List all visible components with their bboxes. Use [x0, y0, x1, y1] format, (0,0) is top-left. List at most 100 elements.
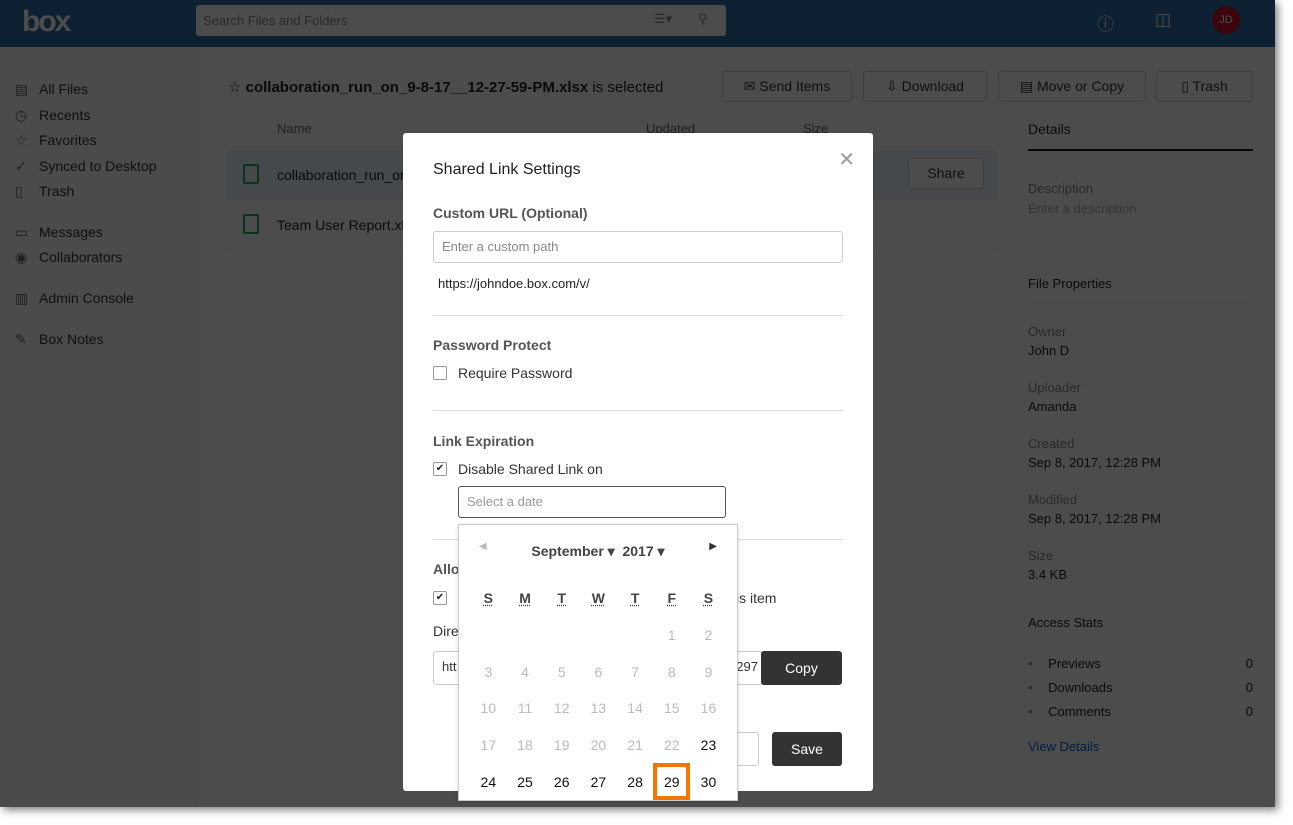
sidebar-item-favorites[interactable]: ☆ Favorites [15, 132, 97, 149]
password-label: Password Protect [433, 337, 552, 353]
search-icon[interactable]: ⚲ [698, 11, 708, 27]
calendar-day: 9 [704, 663, 713, 680]
send-items-button[interactable]: ✉ Send Items [722, 71, 852, 102]
sync-icon: ✓ [15, 158, 27, 174]
prop-value: John D [1028, 343, 1070, 358]
calendar-day: 4 [521, 663, 529, 680]
description-input[interactable]: Enter a description [1028, 201, 1253, 216]
selected-day[interactable]: 29 [653, 763, 691, 801]
spreadsheet-icon [243, 214, 259, 234]
calendar-day[interactable]: 27 [580, 763, 617, 800]
avatar[interactable]: JD [1212, 6, 1240, 34]
app-window: box Search Files and Folders ☰▾ ⚲ ⓘ ◫ JD… [0, 0, 1275, 807]
search-placeholder: Search Files and Folders [203, 13, 348, 28]
description-label: Description [1028, 181, 1094, 196]
calendar-day: 10 [480, 700, 497, 717]
sidebar: ▤ All Files ◷ Recents ☆ Favorites ✓ Synced t… [0, 47, 196, 807]
prop-label: Created [1028, 436, 1075, 451]
move-copy-button[interactable]: ▤ Move or Copy [998, 71, 1146, 102]
calendar-day[interactable]: 28 [617, 763, 654, 800]
label: Favorites [39, 132, 97, 148]
calendar-day[interactable]: 25 [507, 763, 544, 800]
folder-icon: ▤ [15, 81, 29, 97]
stat-label: Previews [1048, 656, 1101, 671]
sidebar-toggle-icon[interactable]: ◫ [1155, 10, 1171, 30]
file-properties-heading: File Properties [1028, 276, 1253, 302]
calendar-day[interactable]: 23 [690, 727, 727, 764]
calendar-grid: S M T W T F S 1 2 3 4 5 6 7 8 9 10 11 12 13 14 15 16 17 18 19 20 21… [470, 580, 727, 801]
calendar-day: 11 [517, 700, 533, 717]
filter-icon[interactable]: ☰▾ [654, 11, 672, 27]
label: Messages [39, 224, 103, 240]
tab-details[interactable]: Details [1028, 121, 1253, 151]
save-button[interactable]: Save [772, 732, 842, 766]
file-name[interactable]: collaboration_run_on [277, 167, 408, 183]
sidebar-item-admin-console[interactable]: ▥ Admin Console [15, 290, 134, 307]
file-name[interactable]: Team User Report.xls [277, 217, 412, 233]
empty-cell [580, 617, 617, 654]
column-name[interactable]: Name [277, 121, 312, 136]
month-year-header: September ▾ 2017 ▾ [531, 543, 665, 559]
empty-cell [543, 617, 580, 654]
date-picker: ◀ September ▾ 2017 ▾ ▶ SMTWTFS1234567891… [458, 524, 738, 801]
stat-label: Comments [1048, 704, 1112, 719]
calendar-day: 15 [663, 700, 680, 717]
copy-button[interactable]: Copy [761, 651, 842, 685]
direct-link-start: htt [442, 659, 457, 674]
prop-label: Owner [1028, 324, 1067, 339]
prop-label: Size [1028, 548, 1054, 563]
label: Box Notes [39, 331, 104, 347]
download-button[interactable]: ⇩ Download [863, 71, 987, 102]
sidebar-item-synced[interactable]: ✓ Synced to Desktop [15, 158, 157, 175]
search-input[interactable]: Search Files and Folders ☰▾ ⚲ [196, 5, 726, 36]
calendar-day: 19 [553, 737, 570, 754]
box-logo[interactable]: box [22, 5, 71, 39]
message-icon: ▭ [15, 224, 29, 240]
access-stats-heading: Access Stats [1028, 615, 1104, 630]
allow-download-checkbox[interactable]: ✔ [433, 591, 447, 605]
selected-file-name: collaboration_run_on_9-8-17__12-27-59-PM… [245, 79, 589, 96]
calendar-day: 2 [704, 627, 713, 644]
empty-cell [507, 617, 544, 654]
disable-link-checkbox[interactable]: ✔ [433, 462, 447, 476]
label: Download [901, 78, 964, 94]
calendar-day[interactable]: 24 [470, 763, 507, 800]
calendar-day: 12 [553, 700, 570, 717]
prop-label: Uploader [1028, 380, 1081, 395]
calendar-day[interactable]: 30 [690, 763, 727, 800]
sidebar-item-recents[interactable]: ◷ Recents [15, 107, 90, 124]
sidebar-item-box-notes[interactable]: ✎ Box Notes [15, 331, 104, 348]
help-icon[interactable]: ⓘ [1097, 10, 1114, 35]
month-select[interactable]: September [531, 543, 603, 559]
date-input[interactable]: Select a date [458, 486, 726, 518]
weekday-header: F [667, 590, 677, 607]
star-icon[interactable]: ☆ [228, 79, 246, 96]
direct-link-label: Dire [433, 623, 459, 639]
sidebar-item-trash[interactable]: ▯ Trash [15, 183, 74, 200]
notes-icon: ✎ [15, 331, 27, 347]
user-icon: ◉ [15, 249, 28, 265]
stat-row: • Comments 0 [1028, 704, 1253, 719]
share-button[interactable]: Share [908, 158, 984, 189]
view-details-link[interactable]: View Details [1028, 739, 1253, 754]
custom-url-label: Custom URL (Optional) [433, 205, 588, 221]
calendar-day: 8 [667, 663, 676, 680]
prop-value: Amanda [1028, 399, 1077, 414]
next-month-icon[interactable]: ▶ [709, 541, 717, 552]
stat-value: 0 [1245, 704, 1253, 719]
label: Synced to Desktop [39, 158, 157, 174]
trash-button[interactable]: ▯ Trash [1156, 71, 1253, 102]
custom-url-input[interactable]: Enter a custom path [433, 231, 843, 263]
label: Move or Copy [1036, 78, 1125, 94]
sidebar-item-all-files[interactable]: ▤ All Files [15, 81, 88, 98]
label: All Files [39, 81, 89, 97]
calendar-day: 20 [590, 737, 607, 754]
expiration-label: Link Expiration [433, 433, 535, 449]
calendar-day: 5 [557, 663, 566, 680]
require-password-checkbox[interactable] [433, 366, 447, 380]
sidebar-item-messages[interactable]: ▭ Messages [15, 224, 103, 241]
close-icon[interactable]: ✕ [838, 147, 855, 172]
year-select[interactable]: 2017 [622, 543, 653, 559]
calendar-day[interactable]: 26 [543, 763, 580, 800]
sidebar-item-collaborators[interactable]: ◉ Collaborators [15, 249, 122, 266]
